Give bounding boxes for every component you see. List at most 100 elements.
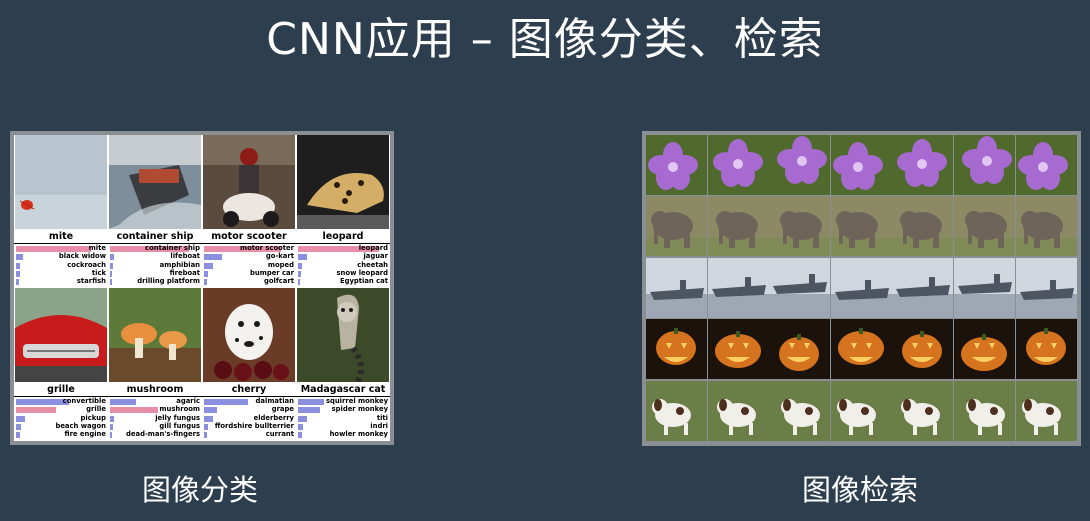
true-label: container ship xyxy=(108,231,202,244)
prediction-score-bar xyxy=(110,399,136,405)
container-ship-photo xyxy=(109,135,201,229)
prediction-label: dead-man's-fingers xyxy=(126,430,200,439)
aircraft-carrier-photo xyxy=(892,257,954,318)
retrieval-row-aircraft-carrier xyxy=(646,257,1077,319)
purple-flower-photo xyxy=(1015,135,1077,195)
purple-flower-photo xyxy=(769,135,831,195)
prediction-score-bar xyxy=(298,270,301,277)
jack-o-lantern-photo xyxy=(954,319,1015,380)
spotted-dog-photo xyxy=(707,380,769,441)
retrieval-row-jack-o-lantern xyxy=(646,319,1077,380)
classification-example: motor scooter motor scooter go-kart moped bu… xyxy=(202,135,296,288)
jack-o-lantern-photo xyxy=(769,319,831,380)
prediction-score-bar xyxy=(298,407,320,414)
caption-image-retrieval: 图像检索 xyxy=(801,473,918,507)
prediction-label: golfcart xyxy=(263,277,294,286)
prediction-score-bar xyxy=(16,407,56,414)
prediction-score-bar xyxy=(204,262,213,269)
prediction-list: container ship lifeboat amphibian fireboat d… xyxy=(108,244,202,287)
elephant-photo xyxy=(1015,196,1077,257)
prediction-row: howler monkey xyxy=(296,430,390,439)
prediction-list: mite black widow cockroach tick starfish xyxy=(14,244,108,287)
elephant-photo xyxy=(769,196,831,257)
prediction-label: starfish xyxy=(76,277,106,286)
classification-example: container ship container ship lifeboat amph… xyxy=(108,135,202,288)
water-mite-photo xyxy=(15,135,107,229)
dalmatian-cherry-photo xyxy=(203,288,295,382)
prediction-score-bar xyxy=(16,279,19,286)
prediction-list: dalmatian grape elderberry ffordshire bullt… xyxy=(202,397,296,440)
slide-title: CNN应用 – 图像分类、检索 xyxy=(266,14,824,65)
prediction-label: currant xyxy=(265,430,294,439)
true-label: grille xyxy=(14,384,108,397)
purple-flower-photo xyxy=(954,135,1015,195)
prediction-score-bar xyxy=(110,432,112,439)
prediction-score-bar xyxy=(16,246,91,252)
lemur-photo xyxy=(297,288,389,384)
prediction-score-bar xyxy=(16,254,23,261)
prediction-score-bar xyxy=(16,270,20,277)
prediction-label: fire engine xyxy=(64,430,106,439)
caption-image-classification: 图像分类 xyxy=(141,473,258,507)
spotted-dog-photo xyxy=(892,380,954,441)
classification-example: grille convertible grille pickup beach wagon… xyxy=(14,288,108,441)
prediction-score-bar xyxy=(16,423,21,430)
motor-scooter-photo xyxy=(203,135,295,229)
retrieval-panel xyxy=(642,131,1081,446)
prediction-score-bar xyxy=(110,262,113,269)
purple-flower-photo xyxy=(707,135,769,195)
prediction-score-bar xyxy=(204,270,208,277)
true-label: cherry xyxy=(202,384,296,397)
true-label: motor scooter xyxy=(202,231,296,244)
spotted-dog-photo xyxy=(954,380,1015,441)
aircraft-carrier-photo xyxy=(769,257,831,318)
leopard-photo xyxy=(297,135,389,229)
spotted-dog-photo xyxy=(1015,380,1077,441)
true-label: leopard xyxy=(296,231,390,244)
prediction-label: Egyptian cat xyxy=(339,277,388,286)
prediction-score-bar xyxy=(110,279,112,286)
prediction-score-bar xyxy=(204,399,248,405)
jack-o-lantern-photo xyxy=(646,319,707,380)
elephant-photo xyxy=(646,196,707,257)
classification-panel: mite mite black widow cockroach tick starfish… xyxy=(10,131,394,445)
classification-example: cherry dalmatian grape elderberry ffordshire… xyxy=(202,288,296,441)
prediction-score-bar xyxy=(110,415,114,422)
jack-o-lantern-photo xyxy=(707,319,769,380)
classification-example: Madagascar cat squirrel monkey spider monk… xyxy=(296,288,390,441)
prediction-row: dead-man's-fingers xyxy=(108,430,202,439)
elephant-photo xyxy=(954,196,1015,257)
prediction-score-bar xyxy=(110,254,114,261)
mushroom-photo xyxy=(109,288,201,382)
classification-row: grille convertible grille pickup beach wagon… xyxy=(14,288,390,441)
red-car-grille-photo xyxy=(15,288,107,382)
jack-o-lantern-photo xyxy=(830,319,892,380)
prediction-score-bar xyxy=(16,432,20,439)
prediction-list: leopard jaguar cheetah snow leopard Egyptian… xyxy=(296,244,390,287)
prediction-score-bar xyxy=(16,262,20,269)
prediction-list: agaric mushroom jelly fungus gill fungus dea… xyxy=(108,397,202,440)
prediction-list: squirrel monkey spider monkey titi indri how… xyxy=(296,397,390,440)
spotted-dog-photo xyxy=(830,380,892,441)
classification-example: mushroom agaric mushroom jelly fungus gill f… xyxy=(108,288,202,441)
classification-example: leopard leopard jaguar cheetah snow leopard E… xyxy=(296,135,390,288)
prediction-score-bar xyxy=(204,415,213,422)
prediction-score-bar xyxy=(298,423,303,430)
elephant-photo xyxy=(830,196,892,257)
aircraft-carrier-photo xyxy=(707,257,769,318)
aircraft-carrier-photo xyxy=(1015,257,1077,318)
true-label: mite xyxy=(14,231,108,244)
prediction-row: starfish xyxy=(14,277,108,286)
retrieval-row-elephant xyxy=(646,196,1077,257)
prediction-score-bar xyxy=(16,415,25,422)
jack-o-lantern-photo xyxy=(892,319,954,380)
prediction-score-bar xyxy=(110,407,158,414)
prediction-row: Egyptian cat xyxy=(296,277,390,286)
prediction-score-bar xyxy=(204,432,207,439)
prediction-row: fire engine xyxy=(14,430,108,439)
prediction-score-bar xyxy=(16,399,69,405)
prediction-list: motor scooter go-kart moped bumper car golfc… xyxy=(202,244,296,287)
elephant-photo xyxy=(892,196,954,257)
prediction-score-bar xyxy=(298,415,307,422)
prediction-score-bar xyxy=(204,254,222,261)
